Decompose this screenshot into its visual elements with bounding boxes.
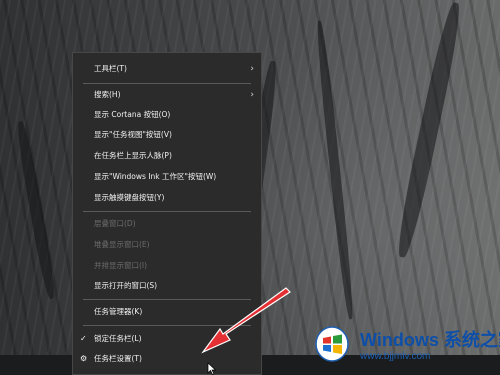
menu-item-search[interactable]: 搜索(H) › [73,86,261,104]
menu-separator [83,325,251,326]
menu-item-label: 工具栏(T) [94,64,127,73]
menu-item-cascade-windows: 层叠窗口(D) [73,215,261,233]
menu-separator [83,211,251,212]
menu-item-show-desktop-windows[interactable]: 显示打开的窗口(S) [73,277,261,295]
menu-item-stack-windows: 堆叠显示窗口(E) [73,236,261,254]
brand-cn-text: 系统之家 [443,330,500,350]
gear-icon: ⚙ [80,354,88,363]
menu-item-show-task-view[interactable]: 显示"任务视图"按钮(V) [73,126,261,144]
menu-item-label: 锁定任务栏(L) [94,334,142,343]
menu-item-label: 搜索(H) [94,90,121,99]
menu-separator [83,83,251,84]
menu-item-label: 显示触摸键盘按钮(Y) [94,193,165,202]
brand-text: Windows [360,330,439,350]
mouse-cursor-icon [207,362,217,375]
menu-item-label: 显示"Windows Ink 工作区"按钮(W) [94,172,217,181]
menu-item-label: 显示打开的窗口(S) [94,281,158,290]
menu-item-label: 层叠窗口(D) [94,219,136,228]
site-watermark: Windows 系统之家 www.bjjmlv.com [300,318,500,372]
chevron-right-icon: › [250,90,254,100]
windows-logo-icon [315,326,349,362]
taskbar-context-menu: 工具栏(T) › 搜索(H) › 显示 Cortana 按钮(O) 显示"任务视… [72,52,262,375]
menu-item-show-windows-ink[interactable]: 显示"Windows Ink 工作区"按钮(W) [73,168,261,186]
menu-item-toolbars[interactable]: 工具栏(T) › [73,60,261,78]
menu-item-label: 任务管理器(K) [94,307,143,316]
menu-item-lock-taskbar[interactable]: ✓ 锁定任务栏(L) [73,330,261,348]
watermark-url: www.bjjmlv.com [360,351,431,362]
menu-item-label: 堆叠显示窗口(E) [94,240,150,249]
chevron-right-icon: › [250,64,254,74]
menu-item-label: 并排显示窗口(I) [94,261,148,270]
menu-item-show-people[interactable]: 在任务栏上显示人脉(P) [73,147,261,165]
menu-item-show-cortana[interactable]: 显示 Cortana 按钮(O) [73,106,261,124]
watermark-brand: Windows 系统之家 [360,326,500,352]
menu-separator [83,299,251,300]
menu-item-show-touch-keyboard[interactable]: 显示触摸键盘按钮(Y) [73,189,261,207]
menu-item-task-manager[interactable]: 任务管理器(K) [73,303,261,321]
menu-item-label: 显示 Cortana 按钮(O) [94,110,171,119]
checkmark-icon: ✓ [80,334,87,343]
menu-item-label: 显示"任务视图"按钮(V) [94,130,172,139]
menu-item-label: 任务栏设置(T) [94,354,142,363]
menu-item-taskbar-settings[interactable]: ⚙ 任务栏设置(T) [73,350,261,368]
menu-item-side-by-side: 并排显示窗口(I) [73,257,261,275]
menu-item-label: 在任务栏上显示人脉(P) [94,151,172,160]
